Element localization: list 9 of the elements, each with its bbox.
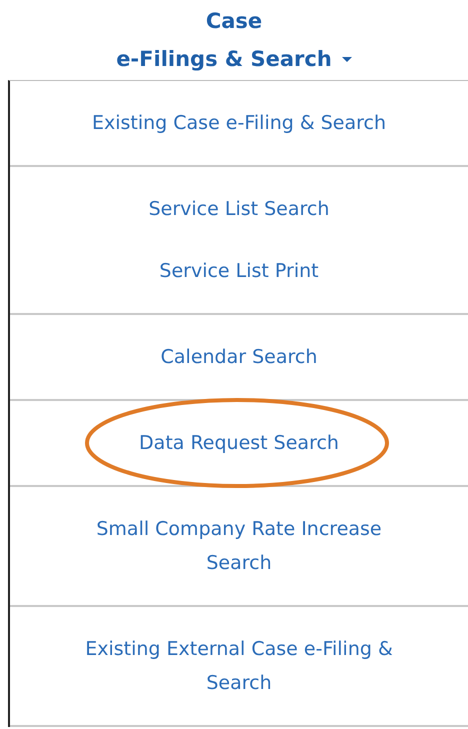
caret-icon — [342, 56, 352, 62]
menu-link[interactable]: Data Request Search — [139, 426, 339, 460]
menu-link[interactable]: Small Company Rate Increase Search — [69, 512, 409, 580]
menu-link[interactable]: Service List Print — [159, 254, 319, 288]
menu-link[interactable]: Existing External Case e-Filing & Search — [69, 632, 409, 700]
menu-link[interactable]: Service List Search — [148, 192, 330, 226]
menu-link[interactable]: Existing Case e-Filing & Search — [92, 106, 386, 140]
menu-toggle[interactable]: Case e-Filings & Search — [116, 8, 352, 80]
menu-link[interactable]: Calendar Search — [160, 340, 318, 374]
